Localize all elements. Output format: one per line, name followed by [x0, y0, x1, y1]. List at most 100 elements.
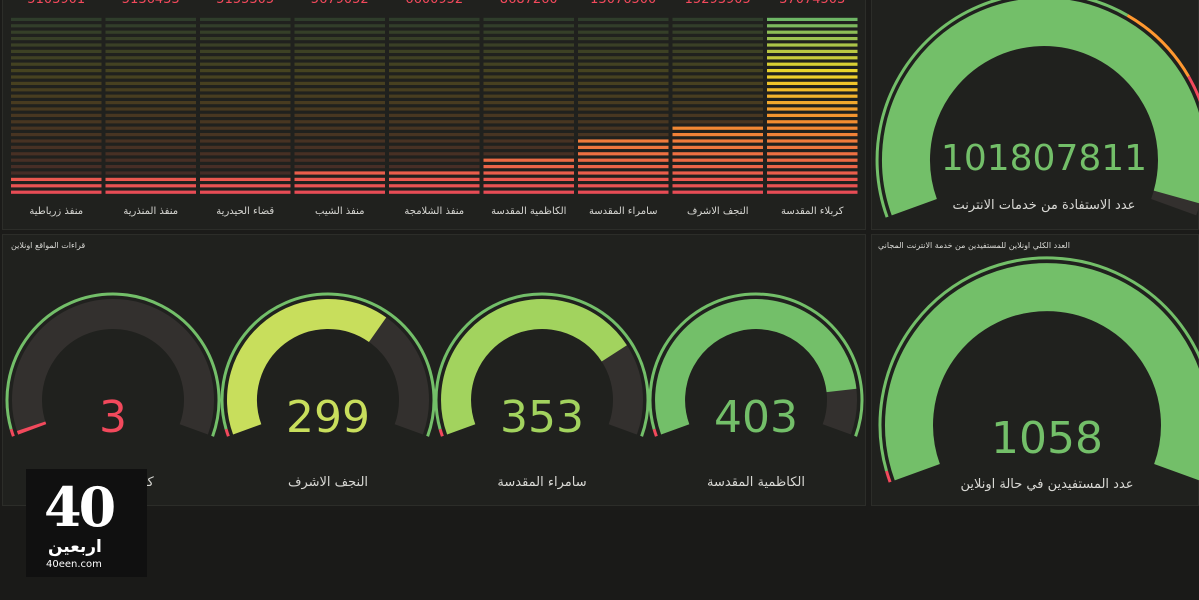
bar-segment — [483, 37, 574, 41]
bar-segment — [672, 145, 763, 149]
bar-segment — [11, 81, 102, 85]
gauge[interactable]: 101807811 عدد الاستفادة من خدمات الانترنت — [875, 0, 1199, 218]
bar-column[interactable]: 5155305 قضاء الحيدرية — [200, 0, 291, 217]
bar-segment — [578, 120, 669, 124]
bar-segment — [389, 81, 480, 85]
online-sites-gauges-panel[interactable]: قراءات المواقع اونلاين 3كربلاء المقدسة29… — [2, 234, 866, 506]
bar-segment — [200, 49, 291, 53]
bar-column[interactable]: 5103901 منفذ زرباطية — [11, 0, 102, 217]
bar-segment — [672, 37, 763, 41]
bar-category-label: قضاء الحيدرية — [216, 206, 274, 217]
bar-category-label: منفذ الشيب — [315, 206, 364, 217]
bar-segment — [200, 152, 291, 156]
bar-segment — [767, 190, 858, 194]
bar-segment — [389, 43, 480, 47]
bar-segment — [578, 107, 669, 111]
bar-segment — [672, 62, 763, 66]
bar-segment — [483, 165, 574, 169]
gauge-value: 101807811 — [941, 138, 1147, 179]
bar-segment — [11, 152, 102, 156]
bar-segment — [294, 165, 385, 169]
bar-value-label: 8687260 — [500, 0, 558, 7]
bar-segment — [11, 120, 102, 124]
bar-segment — [200, 120, 291, 124]
bar-segment — [294, 43, 385, 47]
bar-segment — [767, 81, 858, 85]
gauge[interactable]: 403 الكاظمية المقدسة — [648, 292, 864, 490]
bar-segment — [578, 190, 669, 194]
gauge-fill — [16, 421, 47, 435]
bar-column[interactable]: 5136433 منفذ المنذرية — [105, 0, 197, 217]
bar-segment — [389, 139, 480, 143]
bar-segment — [105, 120, 196, 124]
bar-category-label: الكاظمية المقدسة — [491, 206, 566, 217]
gauge-value: 299 — [286, 392, 370, 443]
bar-segment — [578, 126, 669, 130]
bar-segment — [389, 17, 480, 21]
bar-segment — [389, 133, 480, 137]
gauge[interactable]: 353 سامراء المقدسة — [434, 292, 650, 490]
bar-segment — [105, 49, 196, 53]
bar-segment — [389, 120, 480, 124]
bar-value-label: 5679052 — [311, 0, 369, 7]
bar-segment — [578, 49, 669, 53]
online-users-gauge-panel[interactable]: العدد الكلي اونلاين للمستفيدين من خدمة ا… — [871, 234, 1199, 506]
gauge-value: 403 — [714, 392, 798, 443]
bar-segment — [11, 190, 102, 194]
bar-segment — [672, 49, 763, 53]
online-users-gauge: 1058 عدد المستفيدين في حالة اونلاين — [878, 256, 1199, 492]
bar-segment — [11, 56, 102, 60]
bar-segment — [672, 190, 763, 194]
gauge[interactable]: 299 النجف الاشرف — [220, 292, 436, 490]
bar-column[interactable]: 37074503 كربلاء المقدسة — [767, 0, 858, 217]
bar-segment — [578, 145, 669, 149]
bar-segment — [389, 113, 480, 117]
bar-segment — [767, 101, 858, 105]
bar-segment — [389, 69, 480, 73]
bar-segment — [200, 177, 291, 181]
bar-segment — [200, 113, 291, 117]
bar-segment — [200, 165, 291, 169]
bar-segment — [105, 107, 196, 111]
watermark-logo: 40 اربعين 40een.com — [26, 469, 147, 577]
bar-segment — [767, 133, 858, 137]
bar-value-label: 6600952 — [405, 0, 463, 7]
gauge-value: 3 — [99, 392, 127, 443]
bar-column[interactable]: 15293905 النجف الاشرف — [672, 0, 764, 217]
bar-segment — [105, 62, 196, 66]
bar-segment — [11, 88, 102, 92]
bar-segment — [483, 113, 574, 117]
bar-segment — [105, 113, 196, 117]
bar-segment — [389, 158, 480, 162]
bar-segment — [200, 56, 291, 60]
gauge[interactable]: 1058 عدد المستفيدين في حالة اونلاين — [878, 256, 1199, 492]
bar-column[interactable]: 6600952 منفذ الشلامجة — [389, 0, 480, 217]
bar-segment — [767, 126, 858, 130]
bar-segment — [294, 113, 385, 117]
bar-segment — [672, 56, 763, 60]
bar-segment — [294, 37, 385, 41]
bar-segment — [105, 177, 196, 181]
bar-segment — [483, 107, 574, 111]
bar-category-label: النجف الاشرف — [687, 206, 749, 217]
bar-segment — [105, 17, 196, 21]
bar-segment — [200, 88, 291, 92]
bar-column[interactable]: 13076500 سامراء المقدسة — [578, 0, 669, 217]
bar-segment — [483, 145, 574, 149]
bar-segment — [483, 152, 574, 156]
bar-segment — [294, 152, 385, 156]
bar-segment — [483, 171, 574, 175]
bar-segment — [294, 88, 385, 92]
bar-gauge-panel[interactable]: 5103901منفذ زرباطية5136433منفذ المنذرية5… — [2, 0, 866, 230]
bar-column[interactable]: 5679052 منفذ الشيب — [294, 0, 386, 217]
gauge-threshold-red — [224, 428, 230, 437]
bar-segment — [672, 81, 763, 85]
bar-segment — [294, 81, 385, 85]
bar-segment — [105, 101, 196, 105]
bar-segment — [200, 126, 291, 130]
bar-column[interactable]: 8687260 الكاظمية المقدسة — [483, 0, 575, 217]
internet-usage-gauge-panel[interactable]: 101807811 عدد الاستفادة من خدمات الانترنت — [871, 0, 1199, 230]
gauge[interactable]: 3كربلاء المقدسة — [5, 292, 221, 490]
bar-category-label: منفذ المنذرية — [123, 206, 178, 217]
bar-segment — [578, 94, 669, 98]
